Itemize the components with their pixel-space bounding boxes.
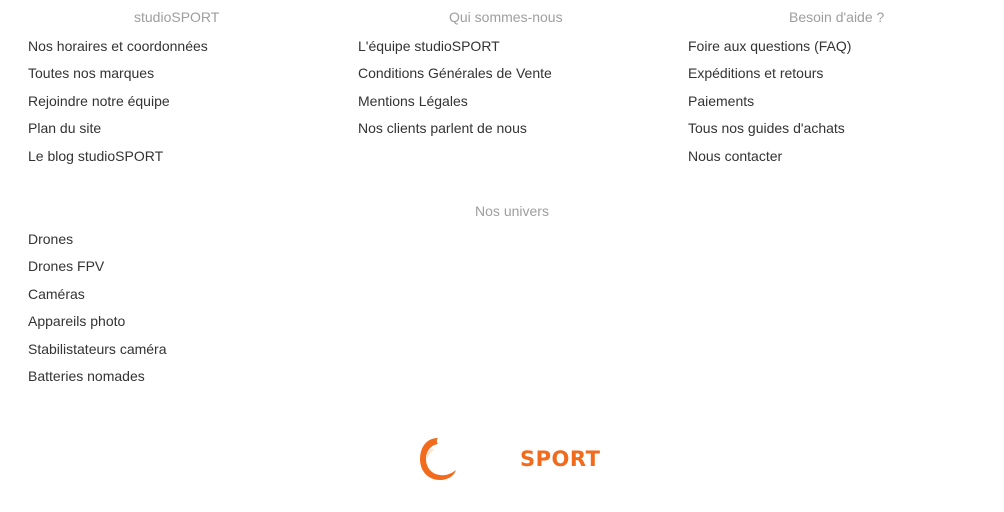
footer-link-cgv[interactable]: Conditions Générales de Vente	[358, 64, 552, 82]
univers-link-cameras[interactable]: Caméras	[28, 285, 85, 303]
studiosport-logo[interactable]: studio SPORT	[418, 434, 618, 484]
site-footer: studioSPORT Nos horaires et coordonnées …	[0, 0, 1004, 512]
univers-link-drones-fpv[interactable]: Drones FPV	[28, 257, 104, 275]
footer-link-clients[interactable]: Nos clients parlent de nous	[358, 119, 527, 137]
studiosport-logo-icon	[420, 438, 456, 480]
footer-link-horaires[interactable]: Nos horaires et coordonnées	[28, 37, 208, 55]
footer-link-blog[interactable]: Le blog studioSPORT	[28, 147, 163, 165]
column-title-besoin-aide: Besoin d'aide ?	[789, 9, 885, 25]
footer-link-paiements[interactable]: Paiements	[688, 92, 754, 110]
footer-link-guides[interactable]: Tous nos guides d'achats	[688, 119, 845, 137]
footer-link-plan-site[interactable]: Plan du site	[28, 119, 101, 137]
logo-text-sport: SPORT	[520, 447, 601, 471]
footer-link-faq[interactable]: Foire aux questions (FAQ)	[688, 37, 851, 55]
univers-link-batteries[interactable]: Batteries nomades	[28, 367, 145, 385]
footer-link-mentions[interactable]: Mentions Légales	[358, 92, 468, 110]
footer-link-contact[interactable]: Nous contacter	[688, 147, 782, 165]
column-title-studiosport: studioSPORT	[134, 9, 220, 25]
univers-link-appareils-photo[interactable]: Appareils photo	[28, 312, 125, 330]
footer-link-expeditions[interactable]: Expéditions et retours	[688, 64, 823, 82]
column-title-qui-sommes-nous: Qui sommes-nous	[449, 9, 563, 25]
footer-link-rejoindre[interactable]: Rejoindre notre équipe	[28, 92, 170, 110]
univers-title: Nos univers	[475, 203, 549, 219]
univers-link-stabilisateurs[interactable]: Stabilistateurs caméra	[28, 340, 167, 358]
footer-link-equipe[interactable]: L'équipe studioSPORT	[358, 37, 500, 55]
footer-link-marques[interactable]: Toutes nos marques	[28, 64, 154, 82]
univers-link-drones[interactable]: Drones	[28, 230, 73, 248]
